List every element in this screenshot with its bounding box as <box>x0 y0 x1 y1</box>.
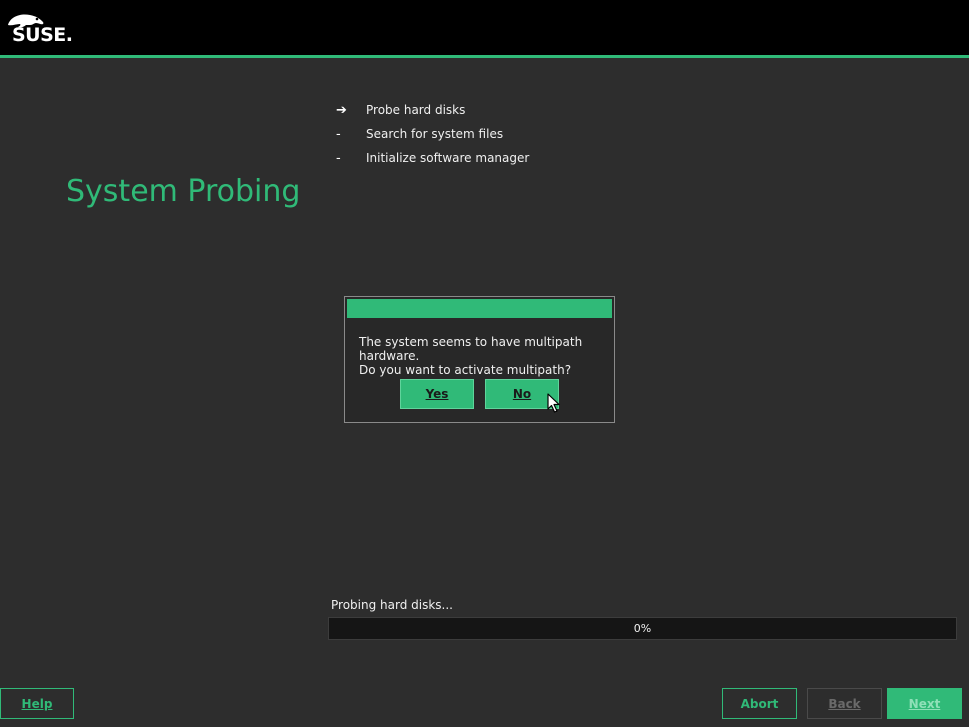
step-label: Initialize software manager <box>366 151 530 165</box>
progress-label: Probing hard disks... <box>331 598 453 612</box>
dialog-message: The system seems to have multipath hardw… <box>359 335 609 377</box>
step-label: Probe hard disks <box>366 103 466 117</box>
suse-wordmark: SUSE. <box>12 24 73 46</box>
multipath-dialog: The system seems to have multipath hardw… <box>344 296 615 423</box>
dash-icon: - <box>336 126 341 142</box>
progress-percent: 0% <box>633 622 652 635</box>
abort-button[interactable]: Abort <box>722 688 797 719</box>
dialog-title-bar <box>347 299 612 318</box>
back-button[interactable]: Back <box>807 688 882 719</box>
header-divider <box>0 55 969 58</box>
progress-bar: 0% <box>328 617 957 640</box>
mouse-pointer-icon <box>547 393 560 413</box>
dash-icon: - <box>336 150 341 166</box>
help-button[interactable]: Help <box>0 688 74 719</box>
suse-logo: SUSE. <box>4 6 74 46</box>
dialog-message-line2: Do you want to activate multipath? <box>359 363 572 377</box>
dialog-message-line1: The system seems to have multipath hardw… <box>359 335 583 363</box>
installer-window: SUSE. System Probing ➔ Probe hard disks … <box>0 0 969 727</box>
page-title: System Probing <box>66 174 301 209</box>
next-button[interactable]: Next <box>887 688 962 719</box>
arrow-right-icon: ➔ <box>336 102 347 118</box>
step-initialize-software-manager: - Initialize software manager <box>336 146 529 170</box>
top-bar: SUSE. <box>0 0 969 55</box>
probing-steps-list: ➔ Probe hard disks - Search for system f… <box>336 98 529 170</box>
step-label: Search for system files <box>366 127 504 141</box>
step-probe-hard-disks: ➔ Probe hard disks <box>336 98 529 122</box>
step-search-system-files: - Search for system files <box>336 122 529 146</box>
yes-button[interactable]: Yes <box>400 379 474 409</box>
